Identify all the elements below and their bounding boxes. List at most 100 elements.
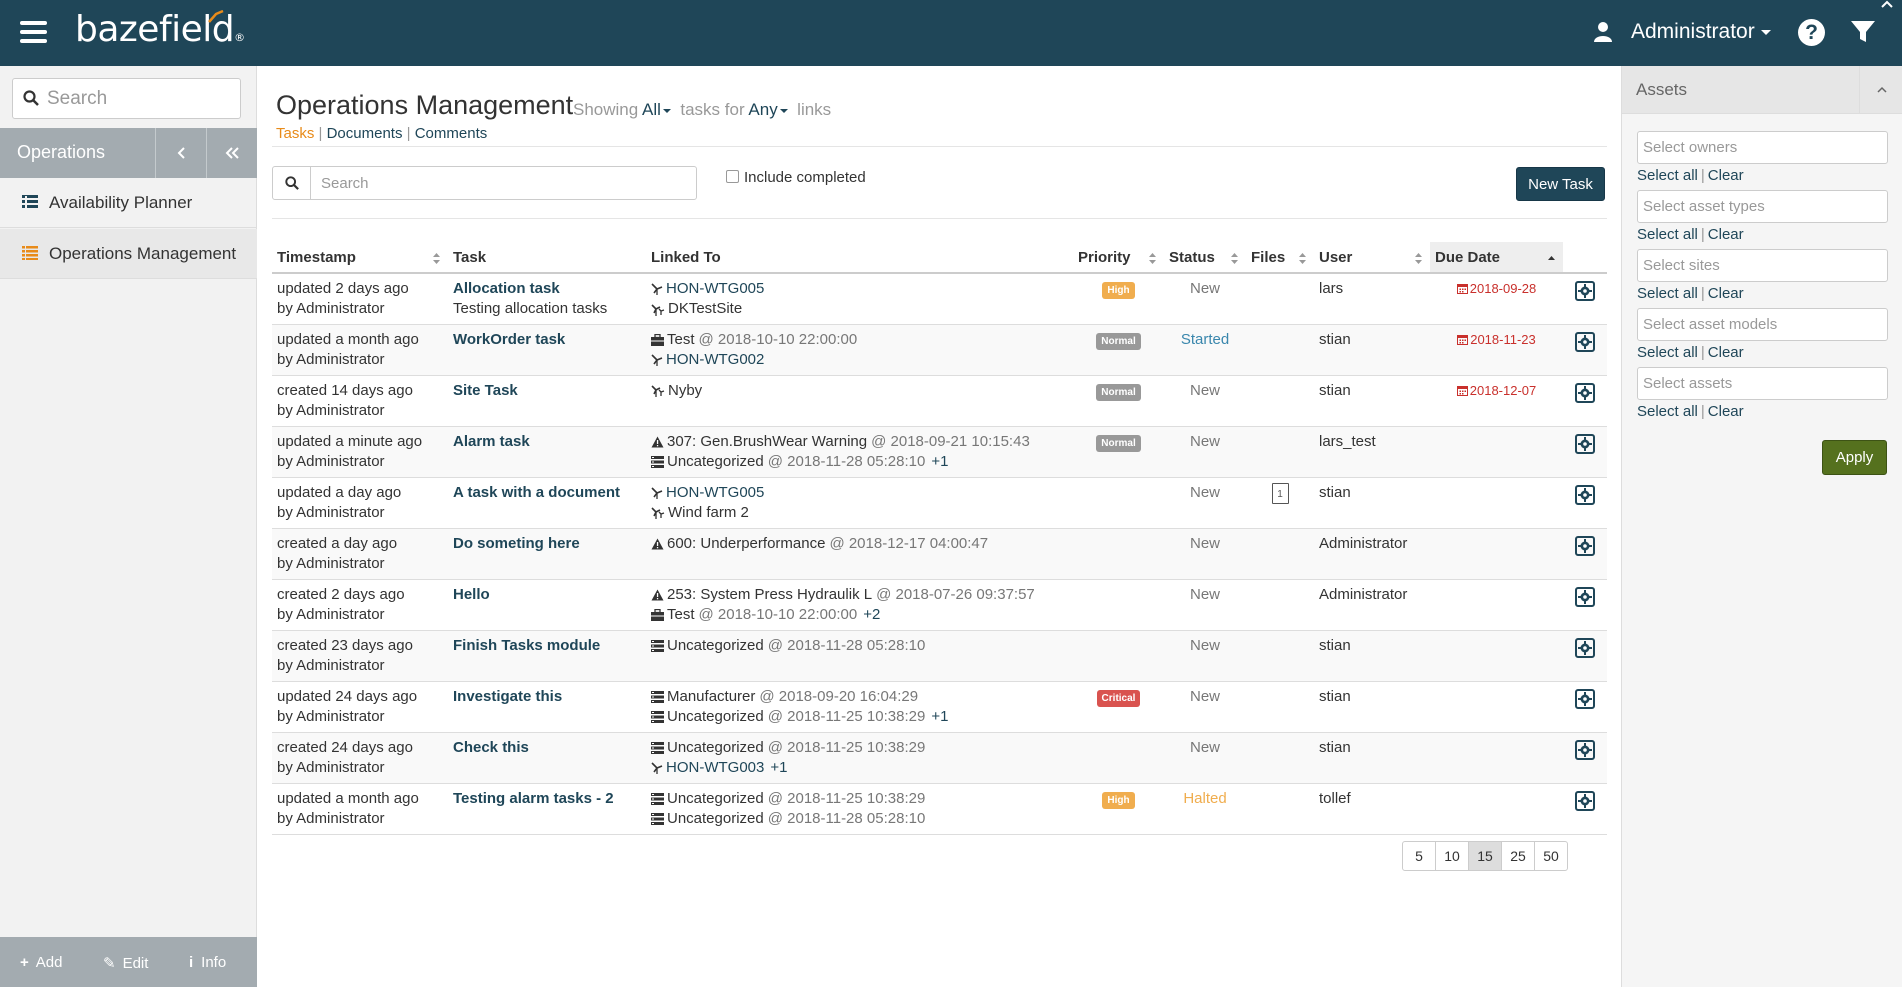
user-menu[interactable]: Administrator (1631, 20, 1771, 44)
clear-link[interactable]: Clear (1708, 285, 1744, 302)
asset-filter-input[interactable] (1638, 309, 1887, 340)
add-button[interactable]: + Add (20, 954, 62, 971)
sidebar-item-operations-management[interactable]: Operations Management (0, 229, 257, 279)
linked-item[interactable]: HON-WTG002 (651, 350, 1068, 370)
more-links-badge[interactable]: +1 (770, 758, 787, 778)
table-row[interactable]: updated a minute ago by Administrator Alar… (272, 426, 1607, 478)
asset-filter-input[interactable] (1638, 368, 1887, 399)
task-settings-button[interactable] (1575, 790, 1595, 811)
linked-item-name[interactable]: HON-WTG005 (666, 483, 764, 503)
asset-filter-field[interactable] (1637, 367, 1888, 400)
help-icon[interactable]: ? (1798, 19, 1825, 46)
tab-documents[interactable]: Documents (327, 125, 403, 142)
table-row[interactable]: updated 2 days ago by Administrator Alloca… (272, 273, 1607, 325)
linked-item[interactable]: HON-WTG005 (651, 279, 1068, 299)
task-name-link[interactable]: Hello (453, 585, 641, 605)
linked-item[interactable]: HON-WTG003 +1 (651, 758, 1068, 778)
task-name-link[interactable]: Allocation task (453, 279, 641, 299)
select-all-link[interactable]: Select all (1637, 403, 1698, 420)
table-row[interactable]: created a day ago by Administrator Do some… (272, 528, 1607, 580)
task-settings-button[interactable] (1575, 382, 1595, 403)
sidebar-search[interactable] (12, 78, 241, 119)
task-name-link[interactable]: A task with a document (453, 483, 641, 503)
sidebar-item-availability-planner[interactable]: Availability Planner (0, 178, 257, 228)
task-search-input[interactable] (321, 172, 686, 194)
table-row[interactable]: created 24 days ago by Administrator Check… (272, 732, 1607, 784)
asset-filter-field[interactable] (1637, 131, 1888, 164)
task-name-link[interactable]: Alarm task (453, 432, 641, 452)
table-row[interactable]: created 14 days ago by Administrator Site … (272, 375, 1607, 427)
asset-filter-field[interactable] (1637, 249, 1888, 282)
sidebar-search-input[interactable] (47, 85, 232, 113)
more-links-badge[interactable]: +1 (931, 707, 948, 727)
table-row[interactable]: created 2 days ago by Administrator Hello 2… (272, 579, 1607, 631)
page-size-5[interactable]: 5 (1402, 841, 1436, 871)
edit-button[interactable]: ✎ Edit (103, 954, 148, 972)
task-name-link[interactable]: WorkOrder task (453, 330, 641, 350)
info-button[interactable]: i Info (189, 954, 226, 971)
file-icon[interactable]: 1 (1271, 482, 1289, 504)
clear-link[interactable]: Clear (1708, 167, 1744, 184)
hamburger-menu-icon[interactable] (20, 21, 47, 43)
links-filter-dropdown[interactable]: Any (748, 100, 788, 119)
asset-filter-input[interactable] (1638, 191, 1887, 222)
clear-link[interactable]: Clear (1708, 226, 1744, 243)
collapse-sidebar-button[interactable] (206, 128, 257, 178)
more-links-badge[interactable]: +1 (931, 452, 948, 472)
task-settings-button[interactable] (1575, 484, 1595, 505)
task-settings-button[interactable] (1575, 637, 1595, 658)
table-row[interactable]: updated a month ago by Administrator WorkO… (272, 324, 1607, 376)
asset-filter-input[interactable] (1638, 250, 1887, 281)
search-button[interactable] (273, 167, 311, 199)
col-header-user[interactable]: User (1314, 242, 1430, 274)
col-header-status[interactable]: Status (1164, 242, 1246, 274)
task-settings-button[interactable] (1575, 331, 1595, 352)
task-name-link[interactable]: Do someting here (453, 534, 641, 554)
page-size-50[interactable]: 50 (1534, 841, 1568, 871)
linked-item[interactable]: HON-WTG005 (651, 483, 1068, 503)
apply-button[interactable]: Apply (1822, 440, 1887, 475)
table-row[interactable]: updated 24 days ago by Administrator Inves… (272, 681, 1607, 733)
task-settings-button[interactable] (1575, 688, 1595, 709)
col-header-timestamp[interactable]: Timestamp (272, 242, 448, 274)
clear-link[interactable]: Clear (1708, 344, 1744, 361)
task-name-link[interactable]: Check this (453, 738, 641, 758)
task-settings-button[interactable] (1575, 281, 1595, 301)
task-name-link[interactable]: Site Task (453, 381, 641, 401)
select-all-link[interactable]: Select all (1637, 226, 1698, 243)
new-task-button[interactable]: New Task (1516, 167, 1605, 201)
asset-filter-input[interactable] (1638, 132, 1887, 163)
tab-comments[interactable]: Comments (415, 125, 488, 142)
more-links-badge[interactable]: +2 (863, 605, 880, 625)
include-completed-checkbox[interactable] (726, 170, 739, 183)
col-header-due-date[interactable]: Due Date (1430, 242, 1563, 274)
collapse-panel-button[interactable] (1859, 66, 1902, 114)
asset-filter-field[interactable] (1637, 190, 1888, 223)
task-name-link[interactable]: Testing alarm tasks - 2 (453, 789, 641, 809)
back-button[interactable] (155, 128, 206, 178)
select-all-link[interactable]: Select all (1637, 285, 1698, 302)
showing-filter-dropdown[interactable]: All (642, 100, 671, 119)
task-settings-button[interactable] (1575, 586, 1595, 607)
asset-filter-field[interactable] (1637, 308, 1888, 341)
col-header-priority[interactable]: Priority (1073, 242, 1164, 274)
clear-link[interactable]: Clear (1708, 403, 1744, 420)
tab-tasks[interactable]: Tasks (276, 125, 314, 142)
page-size-15[interactable]: 15 (1468, 841, 1502, 871)
select-all-link[interactable]: Select all (1637, 344, 1698, 361)
linked-item-name[interactable]: HON-WTG002 (666, 350, 764, 370)
include-completed[interactable]: Include completed (726, 169, 866, 186)
table-row[interactable]: updated a month ago by Administrator Testi… (272, 783, 1607, 835)
table-row[interactable]: updated a day ago by Administrator A task … (272, 477, 1607, 529)
select-all-link[interactable]: Select all (1637, 167, 1698, 184)
page-size-25[interactable]: 25 (1501, 841, 1535, 871)
linked-item-name[interactable]: HON-WTG003 (666, 758, 764, 778)
task-name-link[interactable]: Finish Tasks module (453, 636, 641, 656)
task-name-link[interactable]: Investigate this (453, 687, 641, 707)
task-settings-button[interactable] (1575, 535, 1595, 556)
col-header-files[interactable]: Files (1246, 242, 1314, 274)
task-settings-button[interactable] (1575, 739, 1595, 760)
table-row[interactable]: created 23 days ago by Administrator Finis… (272, 630, 1607, 682)
task-search[interactable] (272, 166, 697, 200)
page-size-10[interactable]: 10 (1435, 841, 1469, 871)
